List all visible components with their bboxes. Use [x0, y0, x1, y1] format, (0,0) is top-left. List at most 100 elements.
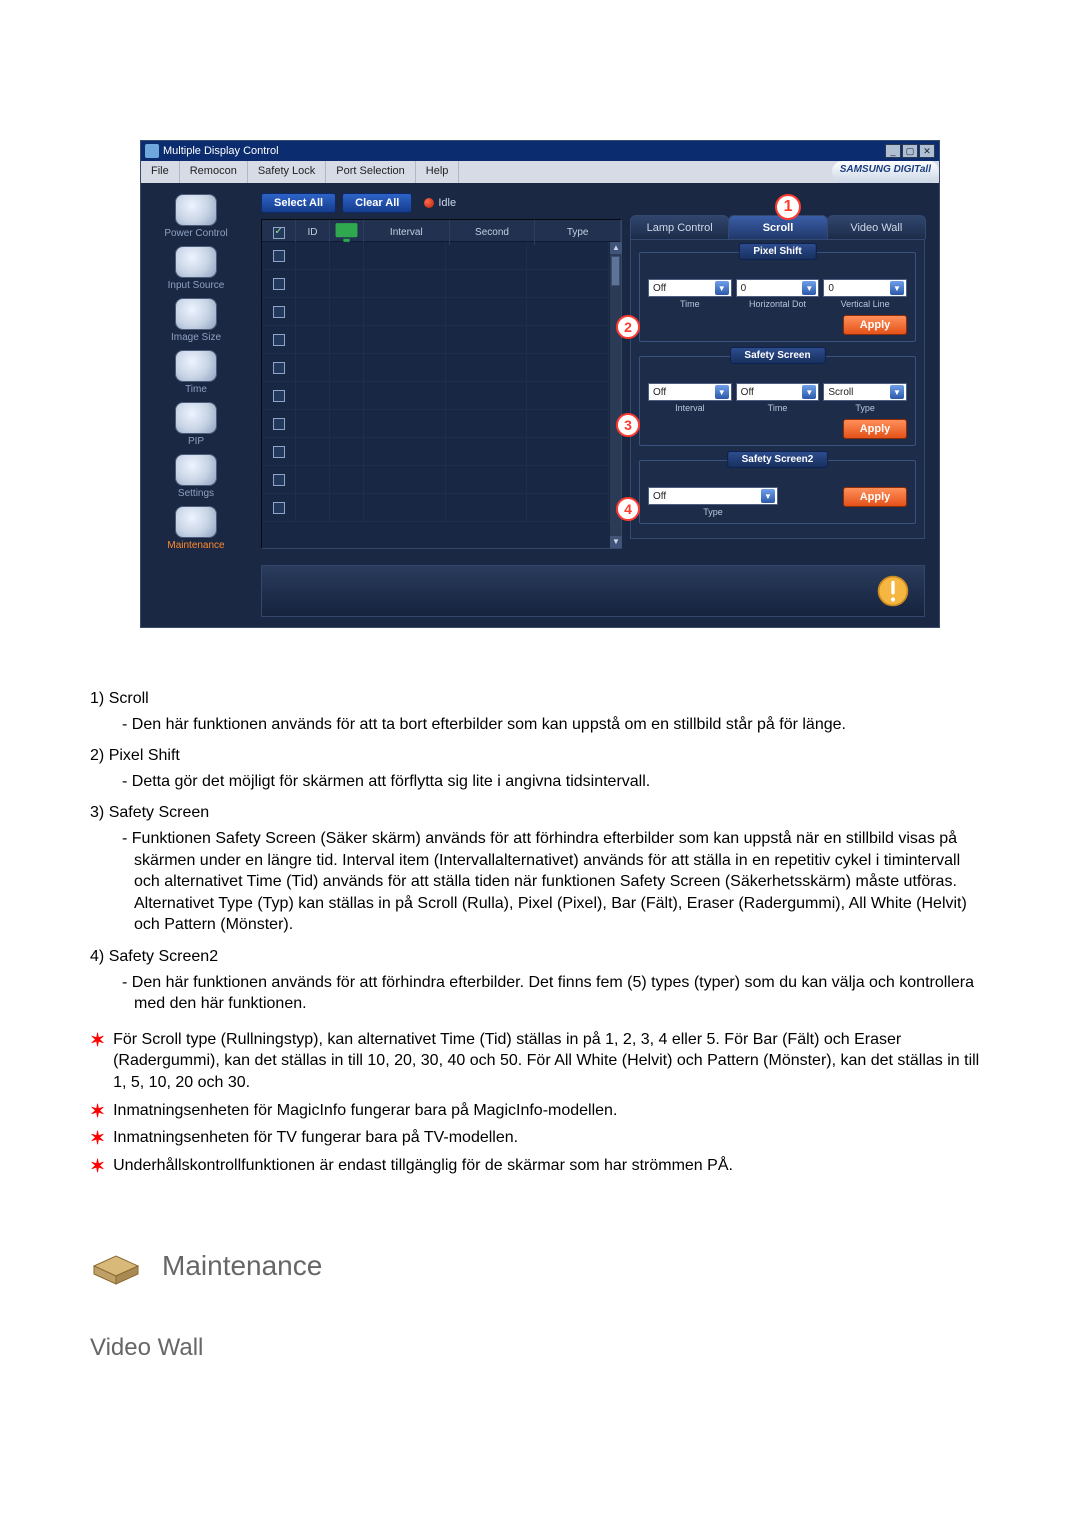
box-icon — [90, 1246, 142, 1286]
pixel-shift-time-select[interactable]: Off▼ — [648, 279, 732, 297]
grid-body — [262, 242, 609, 548]
item2-number: 2) — [90, 745, 104, 767]
row-checkbox[interactable] — [273, 306, 285, 318]
row-checkbox[interactable] — [273, 278, 285, 290]
sidebar-item-pip[interactable]: PIP — [150, 399, 242, 449]
row-checkbox[interactable] — [273, 250, 285, 262]
table-row[interactable] — [262, 494, 609, 522]
tabs: Lamp Control Scroll 1 Video Wall — [630, 215, 925, 239]
sidebar-item-image-size[interactable]: Image Size — [150, 295, 242, 345]
right-panel: Lamp Control Scroll 1 Video Wall Pixel S… — [630, 219, 925, 549]
star-icon: ✶ — [90, 1129, 105, 1147]
pip-icon — [175, 402, 217, 434]
note-3: ✶Inmatningsenheten för TV fungerar bara … — [90, 1127, 990, 1149]
menu-port-selection[interactable]: Port Selection — [326, 161, 415, 183]
menu-safety-lock[interactable]: Safety Lock — [248, 161, 326, 183]
list-item-3: 3) Safety Screen — [90, 802, 990, 824]
list-item-1: 1) Scroll — [90, 688, 990, 710]
pixel-shift-hdot-select[interactable]: 0▼ — [736, 279, 820, 297]
pixel-shift-time-label: Time — [648, 299, 732, 309]
scroll-thumb[interactable] — [611, 256, 620, 286]
star-icon: ✶ — [90, 1157, 105, 1175]
table-row[interactable] — [262, 466, 609, 494]
tab-scroll-label: Scroll — [763, 222, 794, 234]
safety-interval-select[interactable]: Off▼ — [648, 383, 732, 401]
pixel-shift-apply-button[interactable]: Apply — [843, 315, 907, 335]
table-row[interactable] — [262, 438, 609, 466]
menubar: File Remocon Safety Lock Port Selection … — [141, 161, 939, 183]
tab-video-wall[interactable]: Video Wall — [827, 215, 926, 239]
pixel-shift-time-value: Off — [653, 283, 666, 294]
item2-desc: - Detta gör det möjligt för skärmen att … — [122, 771, 990, 793]
row-checkbox[interactable] — [273, 474, 285, 486]
safety-type-select[interactable]: Scroll▼ — [823, 383, 907, 401]
select-all-button[interactable]: Select All — [261, 193, 336, 213]
pixel-shift-vline-value: 0 — [828, 283, 834, 294]
row-checkbox[interactable] — [273, 502, 285, 514]
minimize-button[interactable]: _ — [885, 144, 901, 158]
group-pixel-shift: Pixel Shift 2 Off▼ Time 0▼ Hor — [639, 252, 916, 342]
pixel-shift-hdot-value: 0 — [741, 283, 747, 294]
table-row[interactable] — [262, 270, 609, 298]
note-1: ✶För Scroll type (Rullningstyp), kan alt… — [90, 1029, 990, 1094]
callout-badge-3: 3 — [616, 413, 640, 437]
toolbar: Select All Clear All Idle — [251, 183, 935, 219]
pixel-shift-vline-select[interactable]: 0▼ — [823, 279, 907, 297]
safety-screen-apply-button[interactable]: Apply — [843, 419, 907, 439]
tab-lamp-control[interactable]: Lamp Control — [630, 215, 729, 239]
clear-all-button[interactable]: Clear All — [342, 193, 412, 213]
table-row[interactable] — [262, 382, 609, 410]
callout-badge-4: 4 — [616, 497, 640, 521]
table-row[interactable] — [262, 410, 609, 438]
row-checkbox[interactable] — [273, 418, 285, 430]
sidebar: Power Control Input Source Image Size Ti… — [141, 183, 251, 627]
item3-desc-a: - Funktionen Safety Screen (Säker skärm)… — [122, 828, 990, 893]
item1-desc: - Den här funktionen används för att ta … — [122, 714, 990, 736]
row-checkbox[interactable] — [273, 362, 285, 374]
header-checkbox-icon[interactable] — [273, 227, 285, 239]
item3-title: Safety Screen — [109, 804, 210, 821]
safety2-type-select[interactable]: Off▼ — [648, 487, 778, 505]
sidebar-item-input-source[interactable]: Input Source — [150, 243, 242, 293]
table-row[interactable] — [262, 298, 609, 326]
safety-screen2-apply-button[interactable]: Apply — [843, 487, 907, 507]
item1-number: 1) — [90, 688, 104, 710]
table-row[interactable] — [262, 242, 609, 270]
safety-time-select[interactable]: Off▼ — [736, 383, 820, 401]
menu-remocon[interactable]: Remocon — [180, 161, 248, 183]
sidebar-label-input: Input Source — [168, 280, 225, 291]
sidebar-item-power-control[interactable]: Power Control — [150, 191, 242, 241]
row-checkbox[interactable] — [273, 446, 285, 458]
close-button[interactable]: ✕ — [919, 144, 935, 158]
sidebar-item-settings[interactable]: Settings — [150, 451, 242, 501]
menu-help[interactable]: Help — [416, 161, 460, 183]
chevron-down-icon: ▼ — [890, 281, 904, 295]
sidebar-label-maintenance: Maintenance — [167, 540, 224, 551]
display-grid: ID Interval Second Type ▲ ▼ — [261, 219, 622, 549]
note-1-text: För Scroll type (Rullningstyp), kan alte… — [113, 1029, 990, 1094]
callout-badge-2: 2 — [616, 315, 640, 339]
list-item-2: 2) Pixel Shift — [90, 745, 990, 767]
row-checkbox[interactable] — [273, 390, 285, 402]
legend-safety-screen: Safety Screen — [729, 347, 825, 364]
maintenance-icon — [175, 506, 217, 538]
table-row[interactable] — [262, 354, 609, 382]
item4-title: Safety Screen2 — [109, 948, 218, 965]
table-row[interactable] — [262, 326, 609, 354]
scroll-up-button[interactable]: ▲ — [610, 242, 622, 254]
maximize-button[interactable]: ▢ — [902, 144, 918, 158]
row-checkbox[interactable] — [273, 334, 285, 346]
sidebar-item-maintenance[interactable]: Maintenance — [150, 503, 242, 553]
sidebar-item-time[interactable]: Time — [150, 347, 242, 397]
input-source-icon — [175, 246, 217, 278]
tab-scroll[interactable]: Scroll 1 — [728, 215, 827, 239]
settings-icon — [175, 454, 217, 486]
safety-time-label: Time — [736, 403, 820, 413]
status-bar — [261, 565, 925, 617]
scroll-down-button[interactable]: ▼ — [610, 536, 622, 548]
menu-file[interactable]: File — [141, 161, 180, 183]
item1-title: Scroll — [109, 690, 149, 707]
item3-desc-b: Alternativet Type (Typ) kan ställas in p… — [122, 893, 990, 936]
safety2-type-label: Type — [648, 507, 778, 517]
callout-badge-1: 1 — [775, 194, 801, 220]
